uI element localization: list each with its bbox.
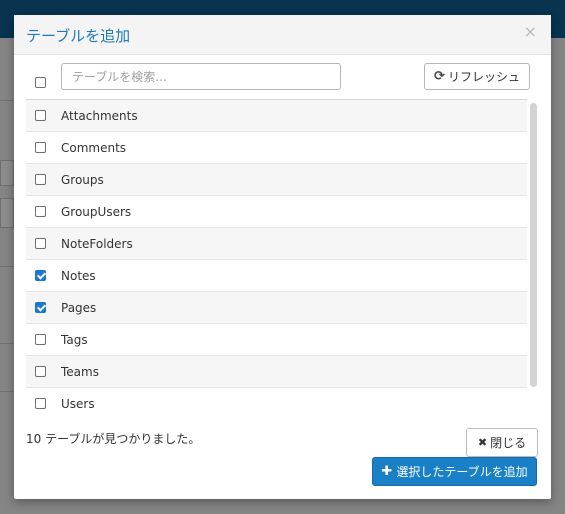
select-all-checkbox[interactable] — [35, 77, 46, 88]
table-row-name: Notes — [61, 269, 96, 283]
refresh-button[interactable]: ⟳ リフレッシュ — [424, 63, 530, 90]
table-row-name: Comments — [61, 141, 127, 155]
dialog-title: テーブルを追加 — [26, 27, 131, 45]
close-button-label: 閉じる — [490, 436, 527, 450]
table-row[interactable]: Teams — [26, 356, 539, 388]
table-row[interactable]: Users — [26, 388, 539, 416]
table-row-checkbox[interactable] — [35, 110, 46, 121]
table-row[interactable]: Tags — [26, 324, 539, 356]
table-row-name: Tags — [61, 333, 88, 347]
table-row-checkbox[interactable] — [35, 174, 46, 185]
table-row-checkbox[interactable] — [35, 142, 46, 153]
table-row-name: NoteFolders — [61, 237, 133, 251]
table-row[interactable]: NoteFolders — [26, 228, 539, 260]
table-row-checkbox[interactable] — [35, 302, 46, 313]
table-row-name: Teams — [61, 365, 99, 379]
table-search-input[interactable] — [61, 63, 341, 90]
table-row[interactable]: Comments — [26, 132, 539, 164]
refresh-icon: ⟳ — [434, 68, 445, 84]
close-icon[interactable]: × — [524, 24, 537, 40]
dialog-header: テーブルを追加 × — [14, 15, 551, 55]
search-row: ⟳ リフレッシュ — [26, 62, 539, 98]
table-list[interactable]: Attachments Comments Groups GroupUsers NoteF… — [26, 99, 539, 416]
refresh-button-label: リフレッシュ — [447, 70, 520, 84]
table-row[interactable]: Notes — [26, 260, 539, 292]
add-selected-tables-label: 選択したテーブルを追加 — [396, 465, 528, 479]
table-row-name: Pages — [61, 301, 97, 315]
close-icon: ✖ — [477, 436, 488, 449]
add-table-dialog: テーブルを追加 × ⟳ リフレッシュ Attachments Comments Gr… — [14, 15, 551, 499]
table-row-checkbox[interactable] — [35, 366, 46, 377]
table-row-checkbox[interactable] — [35, 238, 46, 249]
scrollbar-thumb[interactable] — [530, 103, 537, 387]
table-row-checkbox[interactable] — [35, 206, 46, 217]
table-row[interactable]: Attachments — [26, 100, 539, 132]
tables-found-text: 10 テーブルが見つかりました。 — [26, 432, 201, 446]
table-row-name: Attachments — [61, 109, 138, 123]
table-list-scrollbar[interactable] — [527, 99, 539, 415]
table-row[interactable]: Groups — [26, 164, 539, 196]
table-row-checkbox[interactable] — [35, 270, 46, 281]
table-row-name: Users — [61, 397, 95, 411]
table-row-name: GroupUsers — [61, 205, 132, 219]
table-row-name: Groups — [61, 173, 104, 187]
add-selected-tables-button[interactable]: ✚ 選択したテーブルを追加 — [372, 457, 537, 486]
close-button[interactable]: ✖ 閉じる — [466, 428, 538, 457]
table-row[interactable]: GroupUsers — [26, 196, 539, 228]
table-row-checkbox[interactable] — [35, 398, 46, 409]
table-row[interactable]: Pages — [26, 292, 539, 324]
plus-icon: ✚ — [381, 464, 393, 479]
table-row-checkbox[interactable] — [35, 334, 46, 345]
